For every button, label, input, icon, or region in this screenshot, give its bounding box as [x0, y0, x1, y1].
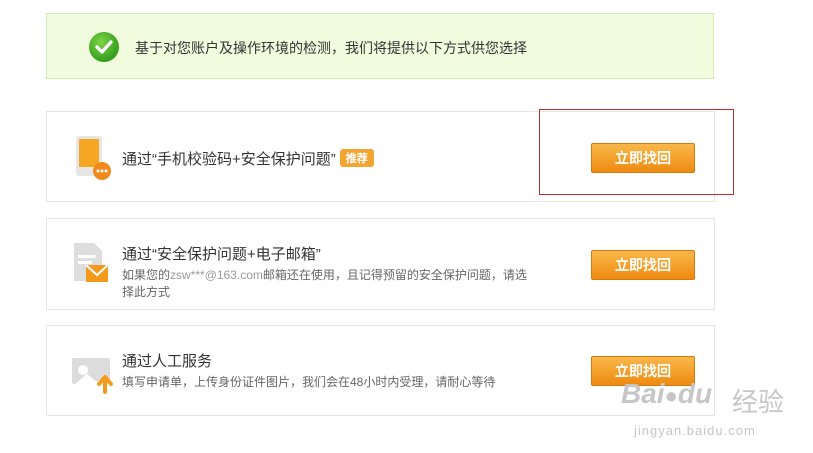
watermark-cn: 经验 — [732, 387, 785, 417]
retrieve-button-email[interactable]: 立即找回 — [591, 250, 695, 280]
option-question-email: 通过“安全保护问题+电子邮箱” 如果您的zsw***@163.com邮箱还在使用… — [46, 218, 715, 310]
paw-icon: ● — [664, 383, 678, 408]
option-title: 通过人工服务 — [122, 353, 213, 370]
highlight-rectangle — [539, 109, 734, 195]
option-description: 如果您的zsw***@163.com邮箱还在使用，且记得预留的安全保护问题，请选… — [122, 267, 532, 301]
notice-text: 基于对您账户及操作环境的检测，我们将提供以下方式供您选择 — [135, 40, 527, 56]
id-card-upload-icon — [71, 354, 117, 394]
watermark-brand-part1: Bai — [621, 378, 665, 409]
watermark-url: jingyan.baidu.com — [634, 423, 756, 438]
desc-prefix: 如果您的 — [122, 268, 171, 282]
check-icon — [89, 32, 119, 62]
phone-icon — [75, 135, 111, 181]
watermark-brand-part2: du — [677, 378, 713, 409]
option-title-text: 通过“手机校验码+安全保护问题” — [122, 151, 336, 168]
option-title: 通过“手机校验码+安全保护问题” 推荐 — [122, 148, 374, 169]
watermark-brand: Bai●du — [621, 378, 712, 410]
recommend-badge: 推荐 — [339, 149, 374, 167]
email-document-icon — [72, 241, 112, 285]
masked-email: zsw***@163.com — [170, 268, 263, 282]
option-title: 通过“安全保护问题+电子邮箱” — [122, 246, 321, 263]
option-description: 填写申请单，上传身份证件图片，我们会在48小时内受理，请耐心等待 — [122, 375, 496, 389]
notice-box: 基于对您账户及操作环境的检测，我们将提供以下方式供您选择 — [46, 13, 714, 79]
option-manual-service: 通过人工服务 填写申请单，上传身份证件图片，我们会在48小时内受理，请耐心等待 … — [46, 325, 715, 416]
